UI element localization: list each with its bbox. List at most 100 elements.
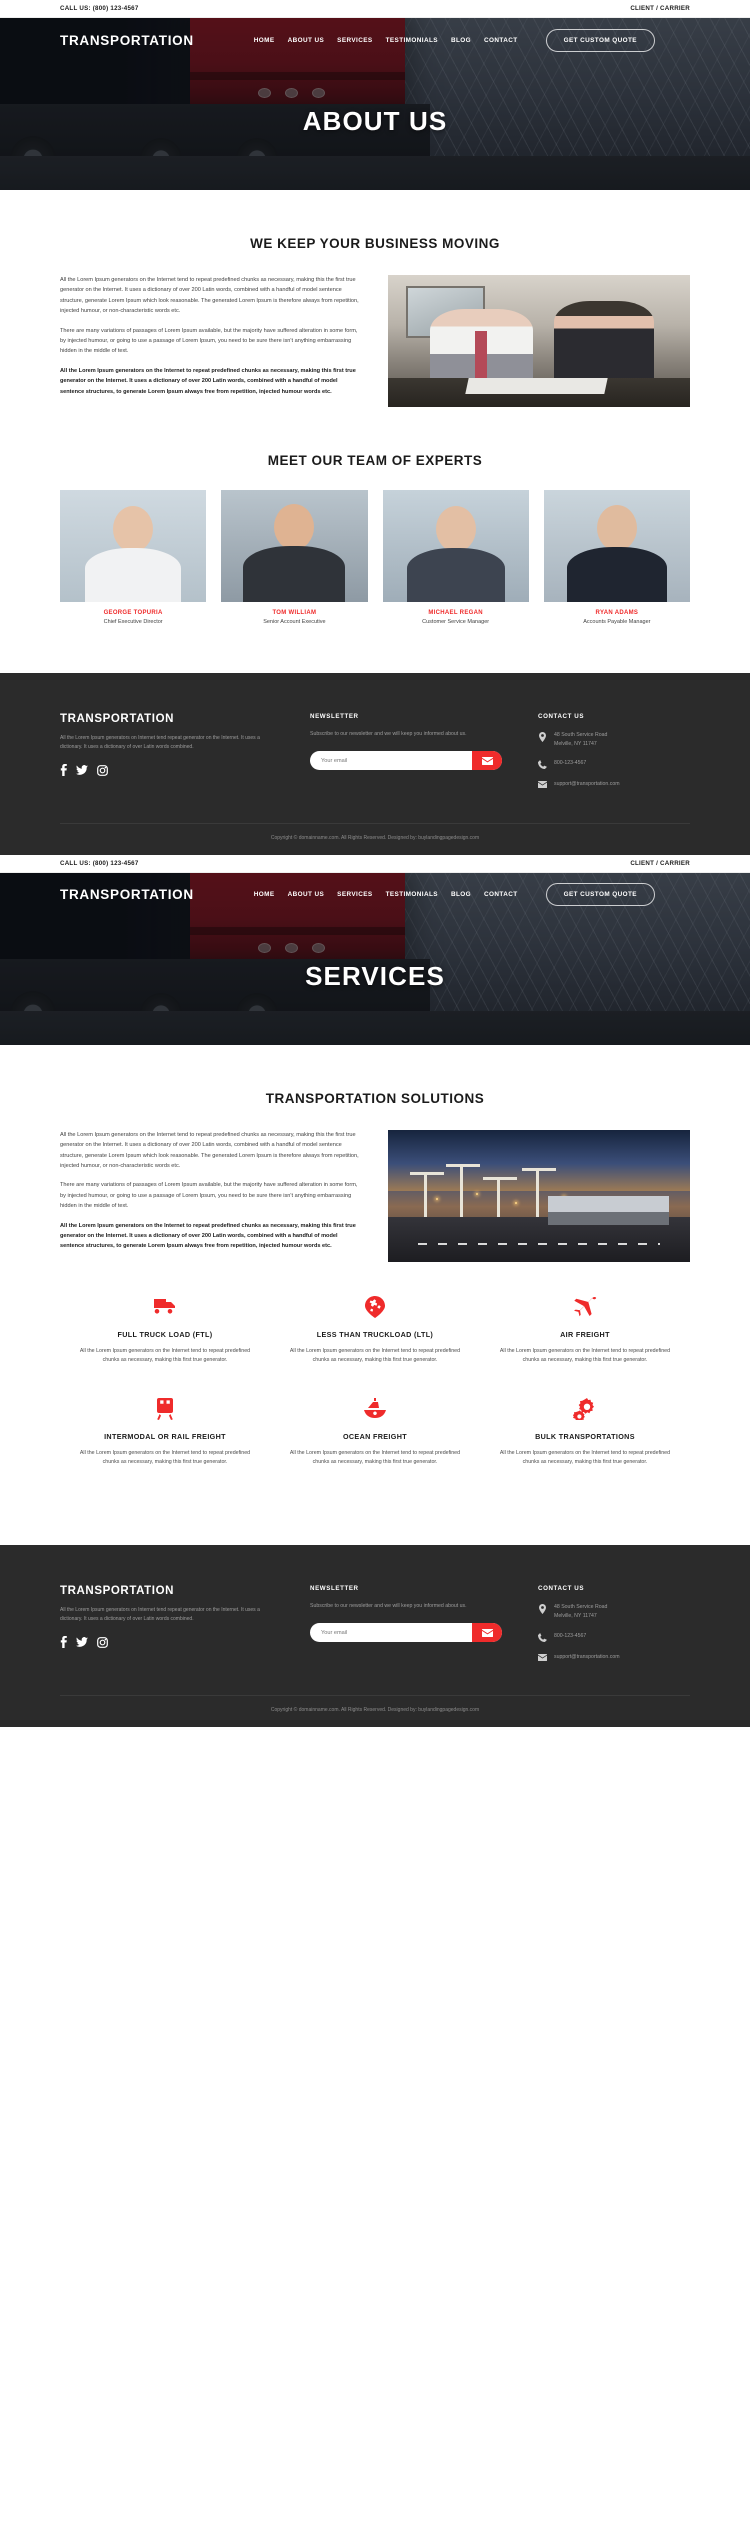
nav-item-blog[interactable]: BLOG: [451, 891, 471, 898]
newsletter-submit-button[interactable]: [472, 1623, 502, 1643]
facebook-icon[interactable]: [60, 764, 67, 776]
about-us-page: CALL US: (800) 123-4567 CLIENT / CARRIER…: [0, 0, 750, 855]
ship-icon: [286, 1396, 464, 1422]
twitter-icon[interactable]: [76, 1636, 88, 1648]
instagram-icon[interactable]: [97, 764, 108, 776]
mail-icon: [538, 1653, 547, 1661]
about-paragraph-1: All the Lorem Ipsum generators on the In…: [60, 277, 359, 315]
about-text-column: All the Lorem Ipsum generators on the In…: [60, 275, 360, 406]
contact-address-row: 48 South Service Road Melville, NY 11747: [538, 1603, 690, 1620]
solutions-paragraph-2: There are many variations of passages of…: [60, 1182, 358, 1210]
newsletter-submit-button[interactable]: [472, 751, 502, 770]
gears-icon: [496, 1396, 674, 1422]
port-at-night-photo: [388, 1129, 690, 1262]
location-pin-icon: [538, 1603, 547, 1615]
footer-about-text: All the Lorem Ipsum generators on Intern…: [60, 735, 260, 750]
facebook-icon[interactable]: [60, 1636, 67, 1649]
instagram-icon[interactable]: [97, 1637, 108, 1648]
email-input[interactable]: [310, 1629, 472, 1636]
about-hero: TRANSPORTATION HOME ABOUT US SERVICES TE…: [0, 18, 750, 190]
phone-icon: [538, 759, 547, 770]
footer-logo[interactable]: TRANSPORTATION: [60, 713, 278, 725]
nav-item-home[interactable]: HOME: [254, 891, 275, 898]
site-logo[interactable]: TRANSPORTATION: [60, 887, 194, 902]
solutions-image-column: [388, 1129, 690, 1262]
about-section: WE KEEP YOUR BUSINESS MOVING All the Lor…: [0, 190, 750, 625]
solutions-text-column: All the Lorem Ipsum generators on the In…: [60, 1130, 360, 1261]
globe-icon: [286, 1294, 464, 1320]
social-links: [60, 764, 278, 776]
service-card[interactable]: INTERMODAL OR RAIL FREIGHT All the Lorem…: [60, 1396, 270, 1498]
section-heading: TRANSPORTATION SOLUTIONS: [265, 1090, 485, 1106]
client-carrier-link[interactable]: CLIENT / CARRIER: [630, 5, 690, 12]
solutions-paragraph-bold: All the Lorem Ipsum generators on the In…: [60, 1222, 356, 1250]
team-member-card[interactable]: TOM WILLIAM Senior Account Executive: [221, 490, 368, 625]
email-address[interactable]: support@transportation.com: [554, 1653, 620, 1662]
site-logo[interactable]: TRANSPORTATION: [60, 33, 194, 48]
contact-heading: CONTACT US: [538, 1585, 585, 1593]
site-footer: TRANSPORTATION All the Lorem Ipsum gener…: [0, 1545, 750, 1728]
about-content: All the Lorem Ipsum generators on the In…: [60, 275, 690, 407]
service-card[interactable]: OCEAN FREIGHT All the Lorem Ipsum genera…: [270, 1396, 480, 1498]
envelope-icon: [481, 753, 493, 768]
phone-number[interactable]: 800-123-4567: [554, 759, 586, 768]
newsletter-text: Subscribe to our newsletter and we will …: [310, 1603, 467, 1610]
footer-newsletter-column: NEWSLETTER Subscribe to our newsletter a…: [310, 713, 506, 789]
footer-about-text: All the Lorem Ipsum generators on Intern…: [60, 1607, 260, 1623]
copyright-text: Copyright © domainname.com. All Rights R…: [60, 822, 690, 855]
section-heading: WE KEEP YOUR BUSINESS MOVING: [250, 236, 500, 251]
nav-links: HOME ABOUT US SERVICES TESTIMONIALS BLOG…: [254, 891, 518, 898]
service-card[interactable]: BULK TRANSPORTATIONS All the Lorem Ipsum…: [480, 1396, 690, 1498]
phone-number[interactable]: 800-123-4567: [554, 1632, 586, 1641]
nav-item-contact[interactable]: CONTACT: [484, 37, 518, 44]
phone-icon: [538, 1632, 547, 1642]
footer-logo[interactable]: TRANSPORTATION: [60, 1585, 278, 1597]
about-image-column: [388, 275, 690, 407]
nav-item-services[interactable]: SERVICES: [337, 37, 372, 44]
service-card[interactable]: AIR FREIGHT All the Lorem Ipsum generato…: [480, 1294, 690, 1396]
get-custom-quote-button[interactable]: GET CUSTOM QUOTE: [545, 28, 655, 52]
nav-item-services[interactable]: SERVICES: [337, 891, 372, 898]
address-line-2: Melville, NY 11747: [554, 1613, 597, 1619]
nav-item-about-us[interactable]: ABOUT US: [288, 37, 325, 44]
nav-item-testimonials[interactable]: TESTIMONIALS: [386, 37, 438, 44]
avatar: [221, 490, 368, 602]
social-links: [60, 1636, 278, 1649]
contact-address-row: 48 South Service Road Melville, NY 11747: [538, 731, 690, 748]
nav-item-testimonials[interactable]: TESTIMONIALS: [386, 891, 438, 898]
contact-email-row: support@transportation.com: [538, 1653, 690, 1662]
main-navigation: TRANSPORTATION HOME ABOUT US SERVICES TE…: [0, 18, 750, 62]
team-heading: MEET OUR TEAM OF EXPERTS: [267, 453, 483, 468]
avatar: [543, 490, 690, 602]
nav-item-blog[interactable]: BLOG: [451, 37, 471, 44]
client-carrier-link[interactable]: CLIENT / CARRIER: [630, 860, 690, 867]
nav-item-home[interactable]: HOME: [254, 37, 275, 44]
newsletter-form: [310, 1623, 502, 1643]
main-navigation: TRANSPORTATION HOME ABOUT US SERVICES TE…: [0, 873, 750, 917]
email-address[interactable]: support@transportation.com: [554, 780, 620, 789]
team-member-card[interactable]: GEORGE TOPURIA Chief Executive Director: [60, 490, 207, 625]
service-title: LESS THAN TRUCKLOAD (LTL): [316, 1329, 434, 1339]
service-title: INTERMODAL OR RAIL FREIGHT: [104, 1431, 226, 1441]
service-card[interactable]: LESS THAN TRUCKLOAD (LTL) All the Lorem …: [270, 1294, 480, 1396]
service-title: BULK TRANSPORTATIONS: [535, 1431, 635, 1441]
address-line-2: Melville, NY 11747: [554, 740, 597, 747]
service-title: OCEAN FREIGHT: [342, 1431, 407, 1441]
solutions-content: All the Lorem Ipsum generators on the In…: [60, 1129, 690, 1262]
call-us-text: CALL US: (800) 123-4567: [60, 5, 139, 12]
service-title: FULL TRUCK LOAD (FTL): [117, 1329, 213, 1339]
page-title: SERVICES: [305, 960, 445, 991]
team-member-name: GEORGE TOPURIA: [103, 610, 163, 616]
email-input[interactable]: [310, 757, 472, 764]
top-utility-bar: CALL US: (800) 123-4567 CLIENT / CARRIER: [0, 0, 750, 18]
get-custom-quote-button[interactable]: GET CUSTOM QUOTE: [545, 883, 655, 907]
nav-item-contact[interactable]: CONTACT: [484, 891, 518, 898]
contact-email-row: support@transportation.com: [538, 780, 690, 789]
service-card[interactable]: FULL TRUCK LOAD (FTL) All the Lorem Ipsu…: [60, 1294, 270, 1396]
address-line-1: 48 South Service Road: [554, 732, 608, 738]
about-paragraph-bold: All the Lorem Ipsum generators on the In…: [60, 367, 356, 395]
team-member-card[interactable]: RYAN ADAMS Accounts Payable Manager: [543, 490, 690, 625]
team-member-card[interactable]: MICHAEL REGAN Customer Service Manager: [382, 490, 529, 625]
twitter-icon[interactable]: [76, 764, 88, 776]
nav-item-about-us[interactable]: ABOUT US: [288, 891, 325, 898]
